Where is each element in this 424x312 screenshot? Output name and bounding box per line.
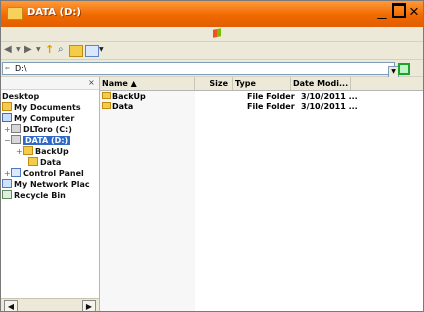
forward-dropdown-button[interactable]: ▼ bbox=[36, 44, 41, 56]
column-header-name[interactable]: Name ▲ bbox=[100, 77, 195, 90]
folder-icon bbox=[102, 92, 111, 99]
file-row-data[interactable]: Data File Folder 3/10/2011 ... bbox=[100, 102, 360, 112]
file-name: BackUp bbox=[112, 92, 146, 101]
minimize-button[interactable]: _ bbox=[373, 3, 391, 23]
chevron-down-icon: ▼ bbox=[16, 46, 21, 53]
drive-address-icon: ⇐ bbox=[5, 65, 11, 72]
tree-item-backup[interactable]: + BackUp bbox=[16, 146, 69, 157]
file-name-cell: BackUp bbox=[102, 92, 146, 102]
views-dropdown-button[interactable]: ▼ bbox=[99, 44, 104, 56]
column-header-type[interactable]: Type bbox=[233, 77, 291, 90]
back-arrow-icon: ◀ bbox=[4, 44, 12, 55]
tree-item-data-d[interactable]: − DATA (D:) bbox=[4, 135, 71, 146]
chevron-right-icon: ▶ bbox=[85, 302, 93, 311]
drive-icon bbox=[11, 135, 21, 144]
control-panel-icon bbox=[11, 168, 21, 177]
scroll-right-button[interactable]: ▶ bbox=[82, 300, 96, 311]
file-row-backup[interactable]: BackUp File Folder 3/10/2011 ... bbox=[100, 92, 360, 102]
expand-icon[interactable]: + bbox=[4, 168, 11, 179]
toolbar: ◀ ▼ ▶ ▼ ↑ ⌕ ▼ bbox=[1, 42, 423, 60]
search-button[interactable]: ⌕ bbox=[58, 44, 64, 56]
close-button[interactable]: × bbox=[405, 3, 423, 23]
chevron-down-icon: ▼ bbox=[391, 68, 396, 75]
up-button[interactable]: ↑ bbox=[45, 44, 54, 56]
folder-icon bbox=[102, 102, 111, 109]
tree-item-label: Desktop bbox=[2, 92, 40, 101]
views-button[interactable] bbox=[85, 45, 99, 57]
column-header-size[interactable]: Size bbox=[195, 77, 233, 90]
tree-item-label: BackUp bbox=[35, 147, 69, 156]
file-type: File Folder bbox=[247, 102, 295, 111]
address-field[interactable]: ⇐ D:\ ▼ bbox=[2, 62, 399, 78]
folders-button[interactable] bbox=[69, 45, 83, 57]
go-button[interactable] bbox=[398, 63, 410, 75]
drive-icon bbox=[11, 124, 21, 133]
column-header-date-modified[interactable]: Date Modi... bbox=[291, 77, 351, 90]
tree-item-label: DATA (D:) bbox=[23, 136, 71, 145]
tree-item-my-documents[interactable]: My Documents bbox=[2, 102, 81, 113]
explorer-window: DATA (D:) _ × ◀ ▼ ▶ ▼ ↑ ⌕ ▼ ⇐ D:\ ▼ × De… bbox=[0, 0, 424, 312]
tree-item-control-panel[interactable]: + Control Panel bbox=[4, 168, 84, 179]
maximize-icon bbox=[392, 3, 406, 19]
tree-item-my-network-places[interactable]: My Network Plac bbox=[2, 179, 90, 190]
recycle-bin-icon bbox=[2, 190, 12, 199]
windows-flag-icon bbox=[213, 28, 221, 38]
window-title: DATA (D:) bbox=[27, 7, 81, 18]
computer-icon bbox=[2, 113, 12, 122]
folder-icon bbox=[2, 102, 12, 111]
address-value[interactable]: D:\ bbox=[15, 64, 27, 73]
search-icon: ⌕ bbox=[58, 44, 64, 55]
tree-item-label: DLToro (C:) bbox=[23, 125, 72, 134]
scroll-left-button[interactable]: ◀ bbox=[4, 300, 18, 311]
folder-icon bbox=[28, 157, 38, 166]
name-column-highlight bbox=[100, 91, 195, 311]
title-bar[interactable]: DATA (D:) _ × bbox=[1, 1, 423, 27]
tree-item-desktop[interactable]: Desktop bbox=[2, 91, 39, 102]
collapse-icon[interactable]: − bbox=[4, 135, 11, 146]
forward-arrow-icon: ▶ bbox=[24, 44, 32, 55]
folders-pane-header: × bbox=[1, 77, 99, 90]
network-icon bbox=[2, 179, 12, 188]
back-button[interactable]: ◀ bbox=[4, 44, 12, 56]
expand-icon[interactable]: + bbox=[16, 146, 23, 157]
expand-icon[interactable]: + bbox=[4, 124, 11, 135]
folder-icon bbox=[23, 146, 33, 155]
chevron-left-icon: ◀ bbox=[7, 302, 15, 311]
file-date-modified: 3/10/2011 ... bbox=[301, 92, 358, 101]
tree-item-data[interactable]: Data bbox=[28, 157, 61, 168]
file-name-cell: Data bbox=[102, 102, 133, 112]
tree-item-label: Data bbox=[40, 158, 62, 167]
forward-button[interactable]: ▶ bbox=[24, 44, 32, 56]
tree-item-dltoro-c[interactable]: + DLToro (C:) bbox=[4, 124, 72, 135]
menu-bar bbox=[1, 27, 423, 42]
tree-item-recycle-bin[interactable]: Recycle Bin bbox=[2, 190, 66, 201]
chevron-down-icon: ▼ bbox=[99, 46, 104, 53]
tree-item-label: Control Panel bbox=[23, 169, 84, 178]
tree-item-label: Recycle Bin bbox=[14, 191, 66, 200]
tree-item-label: My Computer bbox=[14, 114, 75, 123]
file-date-modified: 3/10/2011 ... bbox=[301, 102, 358, 111]
file-name: Data bbox=[112, 102, 134, 111]
address-bar: ⇐ D:\ ▼ bbox=[1, 60, 423, 78]
close-pane-button[interactable]: × bbox=[88, 78, 95, 87]
tree-item-label: My Network Plac bbox=[14, 180, 90, 189]
file-type: File Folder bbox=[247, 92, 295, 101]
horizontal-scrollbar[interactable]: ◀ ▶ bbox=[1, 298, 99, 311]
file-list-header: Name ▲ Size Type Date Modi... bbox=[100, 77, 423, 91]
up-folder-icon: ↑ bbox=[45, 43, 55, 56]
tree-item-my-computer[interactable]: My Computer bbox=[2, 113, 74, 124]
tree-item-label: My Documents bbox=[14, 103, 81, 112]
folders-pane: × Desktop My Documents My Computer + DLTo… bbox=[1, 77, 100, 311]
chevron-down-icon: ▼ bbox=[36, 46, 41, 53]
folder-title-icon bbox=[7, 7, 23, 20]
file-list-pane: Name ▲ Size Type Date Modi... BackUp Fil… bbox=[100, 77, 423, 311]
back-dropdown-button[interactable]: ▼ bbox=[16, 44, 21, 56]
